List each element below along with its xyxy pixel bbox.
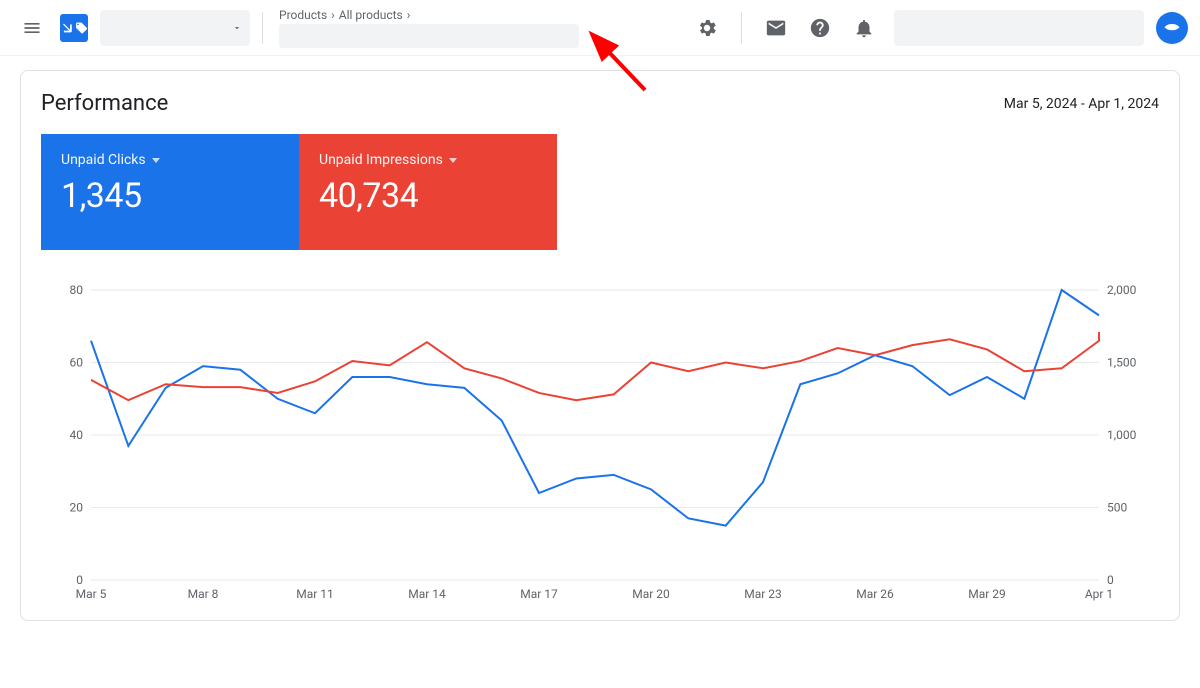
notifications-icon[interactable]: [842, 6, 886, 50]
breadcrumb[interactable]: Products › All products ›: [279, 8, 579, 22]
dropdown-icon: [152, 158, 160, 163]
svg-text:Mar 14: Mar 14: [408, 587, 446, 601]
date-range[interactable]: Mar 5, 2024 - Apr 1, 2024: [1004, 96, 1159, 112]
settings-icon[interactable]: [685, 6, 729, 50]
extension-badge[interactable]: [1156, 12, 1188, 44]
svg-text:0: 0: [1107, 573, 1114, 587]
account-selector[interactable]: [100, 10, 250, 46]
help-icon[interactable]: [798, 6, 842, 50]
divider: [741, 12, 742, 44]
svg-text:Mar 5: Mar 5: [76, 587, 107, 601]
metric-card-unpaid-clicks[interactable]: Unpaid Clicks 1,345: [41, 134, 299, 250]
svg-text:2,000: 2,000: [1107, 283, 1137, 297]
breadcrumb-item[interactable]: Products: [279, 8, 327, 22]
svg-text:60: 60: [70, 356, 84, 370]
metric-value: 40,734: [319, 176, 537, 216]
mail-icon[interactable]: [754, 6, 798, 50]
metric-label: Unpaid Clicks: [61, 152, 146, 168]
svg-text:Mar 17: Mar 17: [520, 587, 558, 601]
svg-text:40: 40: [70, 428, 84, 442]
metric-cards: Unpaid Clicks 1,345 Unpaid Impressions 4…: [41, 134, 1159, 250]
chevron-right-icon: ›: [407, 8, 411, 22]
metric-card-unpaid-impressions[interactable]: Unpaid Impressions 40,734: [299, 134, 557, 250]
app-header: Products › All products ›: [0, 0, 1200, 56]
svg-text:Mar 8: Mar 8: [188, 587, 219, 601]
dropdown-icon: [232, 23, 242, 33]
account-info-redacted[interactable]: [894, 10, 1144, 46]
svg-text:Mar 11: Mar 11: [296, 587, 334, 601]
breadcrumb-item[interactable]: All products: [339, 8, 403, 22]
dropdown-icon: [449, 158, 457, 163]
page-title-redacted: [279, 24, 579, 48]
svg-text:Mar 26: Mar 26: [856, 587, 894, 601]
performance-card: Performance Mar 5, 2024 - Apr 1, 2024 Un…: [20, 70, 1180, 621]
svg-text:0: 0: [76, 573, 83, 587]
svg-text:80: 80: [70, 283, 84, 297]
svg-text:1,500: 1,500: [1107, 356, 1137, 370]
menu-icon[interactable]: [12, 8, 52, 48]
metric-label: Unpaid Impressions: [319, 152, 443, 168]
svg-text:Mar 29: Mar 29: [968, 587, 1006, 601]
divider: [262, 12, 263, 44]
metric-value: 1,345: [61, 176, 279, 216]
svg-text:20: 20: [70, 501, 84, 515]
svg-text:500: 500: [1107, 501, 1127, 515]
performance-chart[interactable]: 0 20 40 60 80 0 500 1,000 1,500 2,000 Mar 5 Mar 8 Ma…: [41, 280, 1159, 610]
card-title: Performance: [41, 91, 168, 116]
svg-text:Apr 1: Apr 1: [1085, 587, 1113, 601]
chevron-right-icon: ›: [331, 8, 335, 22]
breadcrumb-area: Products › All products ›: [279, 8, 579, 48]
svg-text:Mar 23: Mar 23: [744, 587, 782, 601]
merchant-center-logo[interactable]: [60, 14, 88, 42]
svg-text:1,000: 1,000: [1107, 428, 1137, 442]
svg-text:Mar 20: Mar 20: [632, 587, 670, 601]
